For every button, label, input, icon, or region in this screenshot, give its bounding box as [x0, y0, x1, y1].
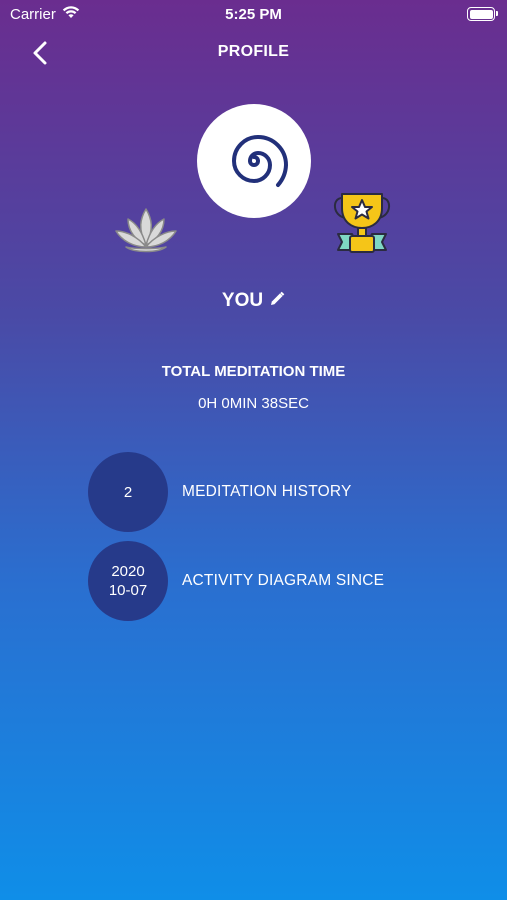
- page-title: PROFILE: [217, 43, 290, 60]
- nav-bar: PROFILE: [0, 30, 507, 74]
- pencil-icon[interactable]: [269, 291, 285, 307]
- lotus-icon: [115, 208, 177, 253]
- activity-date-circle: 2020 10-07: [88, 541, 168, 621]
- trophy-icon: [334, 193, 390, 253]
- meditation-history-label: MEDITATION HISTORY: [182, 483, 352, 500]
- meditation-count-circle: 2: [88, 452, 168, 532]
- avatar[interactable]: [197, 104, 311, 218]
- profile-name-row: YOU: [0, 290, 507, 312]
- activity-date-year: 2020: [111, 563, 145, 580]
- total-time-label: TOTAL MEDITATION TIME: [161, 363, 346, 380]
- activity-diagram-row[interactable]: 2020 10-07 ACTIVITY DIAGRAM SINCE: [88, 541, 384, 621]
- status-bar: Carrier 5:25 PM: [0, 0, 507, 28]
- activity-date-day: 10-07: [108, 582, 148, 599]
- spiral-icon: [231, 134, 289, 187]
- profile-name: YOU: [221, 290, 264, 311]
- status-time: 5:25 PM: [225, 6, 282, 23]
- battery-icon: [467, 7, 498, 21]
- total-time-value: 0H 0MIN 38SEC: [198, 395, 309, 412]
- meditation-history-row[interactable]: 2 MEDITATION HISTORY: [88, 452, 352, 532]
- meditation-count: 2: [123, 483, 133, 501]
- activity-diagram-label: ACTIVITY DIAGRAM SINCE: [182, 572, 385, 589]
